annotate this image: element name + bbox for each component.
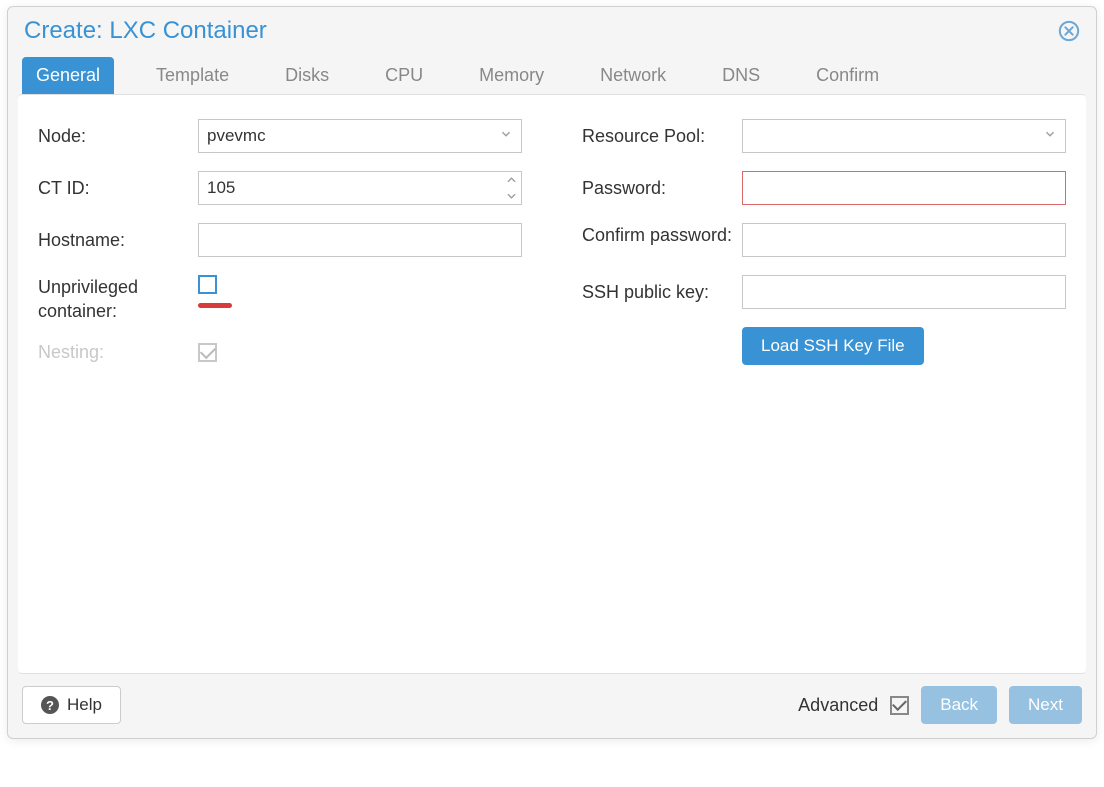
button-label: Help — [67, 695, 102, 715]
label-sshkey: SSH public key: — [582, 282, 742, 303]
hostname-input[interactable] — [198, 223, 522, 257]
next-button[interactable]: Next — [1009, 686, 1082, 724]
label-ctid: CT ID: — [38, 178, 198, 199]
row-ctid: CT ID: — [38, 171, 522, 205]
row-node: Node: pvevmc — [38, 119, 522, 153]
create-lxc-dialog: Create: LXC Container General Template D… — [7, 6, 1097, 739]
advanced-label: Advanced — [798, 695, 878, 716]
tab-label: CPU — [385, 65, 423, 85]
right-column: Resource Pool: Password: Confir — [582, 119, 1066, 649]
button-label: Back — [940, 695, 978, 715]
tab-label: Network — [600, 65, 666, 85]
tab-general[interactable]: General — [22, 57, 114, 94]
spinner-down-icon[interactable] — [502, 188, 521, 204]
label-nesting: Nesting: — [38, 342, 198, 363]
tab-label: General — [36, 65, 100, 85]
row-pool: Resource Pool: — [582, 119, 1066, 153]
tab-network[interactable]: Network — [586, 57, 680, 94]
back-button[interactable]: Back — [921, 686, 997, 724]
advanced-checkbox[interactable] — [890, 696, 909, 715]
wizard-tabs: General Template Disks CPU Memory Networ… — [8, 51, 1096, 94]
password-input[interactable] — [742, 171, 1066, 205]
dialog-title: Create: LXC Container — [24, 17, 267, 45]
label-password: Password: — [582, 178, 742, 199]
tab-cpu[interactable]: CPU — [371, 57, 437, 94]
tab-memory[interactable]: Memory — [465, 57, 558, 94]
tab-label: Confirm — [816, 65, 879, 85]
chevron-down-icon — [499, 126, 513, 146]
titlebar: Create: LXC Container — [8, 7, 1096, 51]
tab-label: Template — [156, 65, 229, 85]
wizard-footer: ? Help Advanced Back Next — [8, 674, 1096, 738]
tab-label: DNS — [722, 65, 760, 85]
footer-right: Advanced Back Next — [798, 686, 1082, 724]
label-hostname: Hostname: — [38, 230, 198, 251]
row-confirm-password: Confirm password: — [582, 223, 1066, 257]
pool-select[interactable] — [742, 119, 1066, 153]
button-label: Load SSH Key File — [761, 336, 905, 356]
nesting-checkbox — [198, 343, 217, 362]
ctid-spinner — [502, 171, 522, 205]
tab-confirm[interactable]: Confirm — [802, 57, 893, 94]
tab-dns[interactable]: DNS — [708, 57, 774, 94]
label-pool: Resource Pool: — [582, 126, 742, 147]
close-icon[interactable] — [1058, 20, 1080, 42]
row-password: Password: — [582, 171, 1066, 205]
label-node: Node: — [38, 126, 198, 147]
label-unprivileged: Unprivileged container: — [38, 275, 198, 324]
row-unprivileged: Unprivileged container: — [38, 275, 522, 324]
confirm-password-input[interactable] — [742, 223, 1066, 257]
unprivileged-checkbox[interactable] — [198, 275, 217, 294]
tab-disks[interactable]: Disks — [271, 57, 343, 94]
ctid-input[interactable] — [198, 171, 502, 205]
help-button[interactable]: ? Help — [22, 686, 121, 724]
load-ssh-button[interactable]: Load SSH Key File — [742, 327, 924, 365]
spinner-up-icon[interactable] — [502, 172, 521, 188]
sshkey-input[interactable] — [742, 275, 1066, 309]
highlight-underline — [198, 303, 232, 308]
wizard-body: Node: pvevmc CT ID: — [18, 94, 1086, 674]
row-sshkey: SSH public key: — [582, 275, 1066, 309]
left-column: Node: pvevmc CT ID: — [38, 119, 522, 649]
label-confirm-password: Confirm password: — [582, 223, 742, 247]
row-hostname: Hostname: — [38, 223, 522, 257]
tab-label: Disks — [285, 65, 329, 85]
row-loadssh: Load SSH Key File — [582, 327, 1066, 365]
help-icon: ? — [41, 696, 59, 714]
row-nesting: Nesting: — [38, 342, 522, 363]
node-select[interactable]: pvevmc — [198, 119, 522, 153]
tab-template[interactable]: Template — [142, 57, 243, 94]
button-label: Next — [1028, 695, 1063, 715]
tab-label: Memory — [479, 65, 544, 85]
node-value: pvevmc — [207, 126, 266, 146]
chevron-down-icon — [1043, 126, 1057, 146]
